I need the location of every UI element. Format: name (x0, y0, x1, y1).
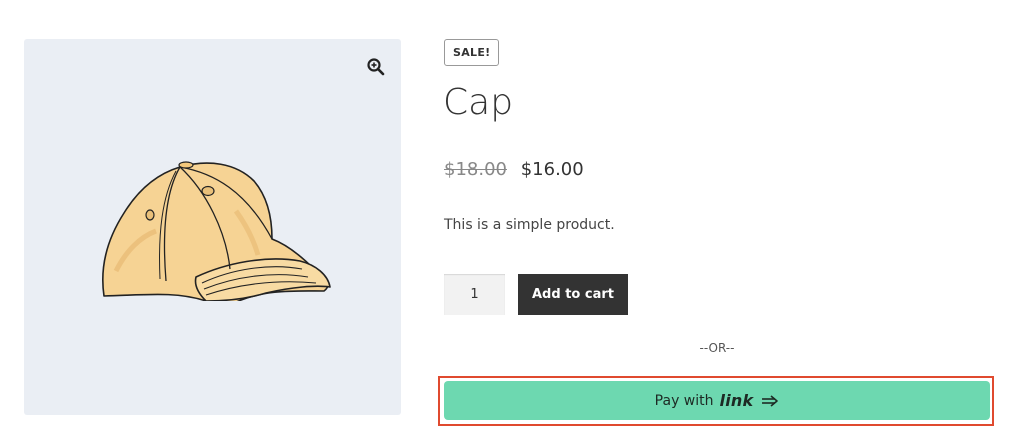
link-logo: link (719, 391, 754, 410)
product-image[interactable] (96, 151, 336, 301)
product-page: SALE! Cap $18.00 $16.00 This is a simple… (0, 0, 1024, 446)
sale-price: $16.00 (520, 159, 584, 180)
product-description: This is a simple product. (444, 217, 615, 233)
original-price: $18.00 (444, 159, 507, 180)
product-title: Cap (443, 82, 514, 123)
product-gallery (24, 39, 401, 415)
pay-with-link-button[interactable]: Pay with link (444, 381, 990, 420)
price: $18.00 $16.00 (444, 158, 584, 182)
zoom-in-icon[interactable] (366, 57, 386, 77)
add-to-cart-button[interactable]: Add to cart (518, 274, 628, 315)
sale-badge: SALE! (444, 39, 500, 66)
pay-label: Pay with (654, 392, 714, 409)
or-separator: --OR-- (699, 341, 735, 355)
double-arrow-right-icon (762, 394, 779, 407)
quantity-input[interactable] (444, 274, 505, 315)
